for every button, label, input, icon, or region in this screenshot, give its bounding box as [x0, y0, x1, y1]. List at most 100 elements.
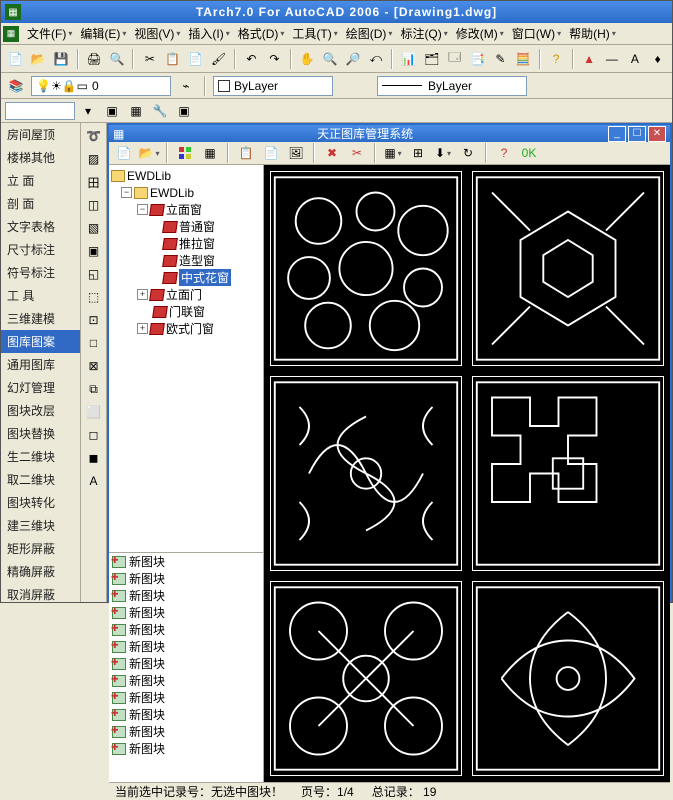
- layerstate-icon[interactable]: 📚: [5, 75, 27, 97]
- side-item-19[interactable]: 精确屏蔽: [1, 560, 80, 583]
- cmd-btn2[interactable]: ▣: [101, 100, 123, 122]
- sheet-button[interactable]: 📑: [467, 48, 488, 70]
- list-item[interactable]: 新图块: [109, 689, 263, 706]
- matchprop-button[interactable]: 🖌: [208, 48, 229, 70]
- vtool-9[interactable]: ⊡: [83, 309, 105, 331]
- zoom-prev-button[interactable]: ⤺: [365, 48, 386, 70]
- tree-n0-0[interactable]: 普通窗: [111, 218, 261, 235]
- paste-button[interactable]: 📄: [185, 48, 206, 70]
- cmd-btn5[interactable]: ▣: [173, 100, 195, 122]
- dlg-reddelete-button[interactable]: ✂: [346, 142, 368, 164]
- side-item-2[interactable]: 立 面: [1, 169, 80, 192]
- side-item-0[interactable]: 房间屋顶: [1, 123, 80, 146]
- help-button[interactable]: ?: [546, 48, 567, 70]
- zoom-realtime-button[interactable]: 🔍: [320, 48, 341, 70]
- vtool-16[interactable]: A: [83, 470, 105, 492]
- dlg-refresh-button[interactable]: ↻: [457, 142, 479, 164]
- dlg-help-button[interactable]: ?: [493, 142, 515, 164]
- open-button[interactable]: 📂: [28, 48, 49, 70]
- vtool-4[interactable]: ◫: [83, 194, 105, 216]
- vtool-14[interactable]: ◻: [83, 424, 105, 446]
- toolpalette-button[interactable]: 🗔: [444, 48, 465, 70]
- vtool-13[interactable]: ⬜: [83, 401, 105, 423]
- new-button[interactable]: 📄: [5, 48, 26, 70]
- dlg-delete-button[interactable]: ✖: [321, 142, 343, 164]
- thumbnail-4[interactable]: [472, 376, 664, 571]
- copy-button[interactable]: 📋: [162, 48, 183, 70]
- side-item-8[interactable]: 三维建模: [1, 307, 80, 330]
- vtool-6[interactable]: ▣: [83, 240, 105, 262]
- dlg-paste-button[interactable]: 📄: [260, 142, 282, 164]
- menu-insert[interactable]: 插入(I): [184, 23, 233, 44]
- dlg-copy-button[interactable]: 📋: [235, 142, 257, 164]
- vtool-1[interactable]: ➰: [83, 125, 105, 147]
- cmd-btn4[interactable]: 🔧: [149, 100, 171, 122]
- tree-n2[interactable]: 门联窗: [111, 303, 261, 320]
- dlg-down-button[interactable]: ⬇: [432, 142, 454, 164]
- tree-n0-1[interactable]: 推拉窗: [111, 235, 261, 252]
- collapse-icon[interactable]: −: [121, 187, 132, 198]
- expand-icon[interactable]: +: [137, 323, 148, 334]
- zoom-window-button[interactable]: 🔎: [343, 48, 364, 70]
- save-button[interactable]: 💾: [51, 48, 72, 70]
- extra3-button[interactable]: A: [624, 48, 645, 70]
- list-item[interactable]: 新图块: [109, 587, 263, 604]
- list-item[interactable]: 新图块: [109, 740, 263, 757]
- side-item-4[interactable]: 文字表格: [1, 215, 80, 238]
- side-item-13[interactable]: 图块替换: [1, 422, 80, 445]
- menu-format[interactable]: 格式(D): [234, 23, 289, 44]
- menu-modify[interactable]: 修改(M): [452, 23, 508, 44]
- thumbnail-5[interactable]: [270, 581, 462, 776]
- side-item-16[interactable]: 图块转化: [1, 491, 80, 514]
- list-item[interactable]: 新图块: [109, 706, 263, 723]
- menu-view[interactable]: 视图(V): [130, 23, 184, 44]
- tree-n0-3[interactable]: 中式花窗: [111, 269, 261, 286]
- vtool-5[interactable]: ▧: [83, 217, 105, 239]
- side-item-6[interactable]: 符号标注: [1, 261, 80, 284]
- dlg-grid-button[interactable]: ▦: [382, 142, 404, 164]
- dlg-sort-button[interactable]: ⊞: [407, 142, 429, 164]
- side-item-9[interactable]: 图库图案: [1, 330, 80, 353]
- side-item-5[interactable]: 尺寸标注: [1, 238, 80, 261]
- pan-button[interactable]: ✋: [297, 48, 318, 70]
- vtool-12[interactable]: ⧉: [83, 378, 105, 400]
- list-item[interactable]: 新图块: [109, 672, 263, 689]
- thumbnail-3[interactable]: [270, 376, 462, 571]
- thumbnail-1[interactable]: [270, 171, 462, 366]
- side-item-18[interactable]: 矩形屏蔽: [1, 537, 80, 560]
- markup-button[interactable]: ✎: [490, 48, 511, 70]
- tree-root[interactable]: EWDLib: [111, 167, 261, 184]
- dlg-image-button[interactable]: 🖼: [285, 142, 307, 164]
- list-item[interactable]: 新图块: [109, 604, 263, 621]
- extra1-button[interactable]: ▲: [579, 48, 600, 70]
- dlg-ok-button[interactable]: 0K: [518, 142, 540, 164]
- dlg-new-button[interactable]: 📄: [113, 142, 135, 164]
- color-combo[interactable]: ByLayer: [213, 76, 333, 96]
- side-item-10[interactable]: 通用图库: [1, 353, 80, 376]
- side-item-1[interactable]: 楼梯其他: [1, 146, 80, 169]
- tree-n3[interactable]: +欧式门窗: [111, 320, 261, 337]
- list-item[interactable]: 新图块: [109, 638, 263, 655]
- vtool-15[interactable]: ◼: [83, 447, 105, 469]
- side-item-20[interactable]: 取消屏蔽: [1, 583, 80, 602]
- side-item-12[interactable]: 图块改层: [1, 399, 80, 422]
- thumbnail-2[interactable]: [472, 171, 664, 366]
- side-item-7[interactable]: 工 具: [1, 284, 80, 307]
- menu-tools[interactable]: 工具(T): [288, 23, 341, 44]
- vtool-3[interactable]: 田: [83, 171, 105, 193]
- side-item-3[interactable]: 剖 面: [1, 192, 80, 215]
- vtool-10[interactable]: □: [83, 332, 105, 354]
- layer-combo[interactable]: 💡 ☀ 🔒 ▭ 0: [31, 76, 171, 96]
- list-item[interactable]: 新图块: [109, 553, 263, 570]
- properties-button[interactable]: 📊: [398, 48, 419, 70]
- menu-dimension[interactable]: 标注(Q): [396, 23, 451, 44]
- dlg-thumb-button[interactable]: ▦: [199, 142, 221, 164]
- block-list[interactable]: 新图块新图块新图块新图块新图块新图块新图块新图块新图块新图块新图块新图块: [109, 552, 263, 782]
- mdi-icon[interactable]: ▦: [3, 26, 19, 42]
- thumbnail-6[interactable]: [472, 581, 664, 776]
- list-item[interactable]: 新图块: [109, 723, 263, 740]
- vtool-7[interactable]: ◱: [83, 263, 105, 285]
- layermgr-button[interactable]: ⌁: [175, 75, 197, 97]
- menu-draw[interactable]: 绘图(D): [342, 23, 397, 44]
- cmd-btn3[interactable]: ▦: [125, 100, 147, 122]
